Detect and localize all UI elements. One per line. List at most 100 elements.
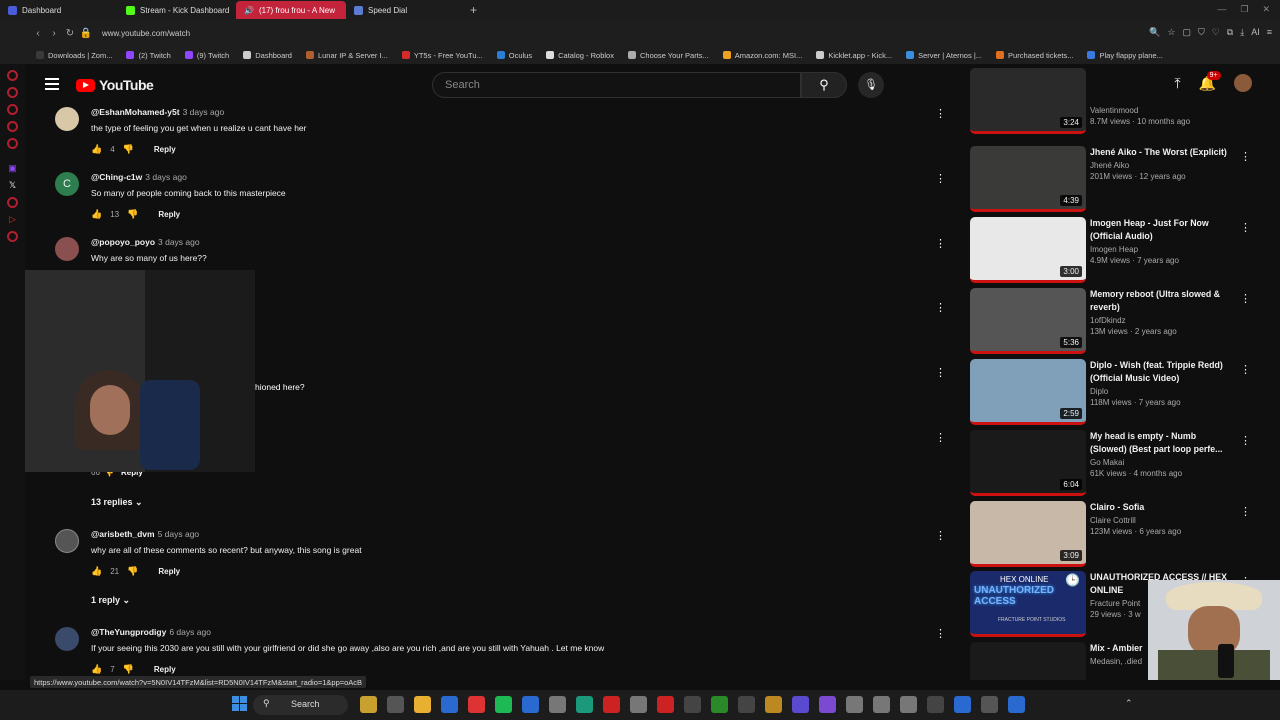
video-thumbnail[interactable]: 3:00 <box>970 217 1086 283</box>
sidebar-app-icon[interactable] <box>7 197 18 208</box>
taskbar-app-icon[interactable] <box>468 696 485 713</box>
taskbar-app-icon[interactable] <box>684 696 701 713</box>
video-item[interactable]: 3:00 Imogen Heap - Just For Now (Official… <box>970 217 1260 285</box>
bookmark-item[interactable]: Downloads | Zom... <box>36 51 112 60</box>
taskbar-app-icon[interactable] <box>792 696 809 713</box>
video-thumbnail[interactable]: 6:04 <box>970 430 1086 496</box>
avatar[interactable]: C <box>55 172 79 196</box>
like-icon[interactable]: 👍 <box>91 144 102 155</box>
video-channel[interactable]: Diplo <box>1090 387 1230 396</box>
dislike-icon[interactable]: 👎 <box>123 144 134 155</box>
more-options-icon[interactable]: ⋮ <box>1240 434 1251 447</box>
more-options-icon[interactable]: ⋮ <box>1240 363 1251 376</box>
reload-icon[interactable]: ↻ <box>62 28 78 39</box>
reply-button[interactable]: Reply <box>158 567 180 576</box>
ai-icon[interactable]: AI <box>1251 27 1260 38</box>
bookmark-item[interactable]: Kicklet.app - Kick... <box>816 51 892 60</box>
taskbar-app-icon[interactable] <box>819 696 836 713</box>
taskbar-app-icon[interactable] <box>576 696 593 713</box>
tab-dashboard[interactable]: Dashboard <box>0 1 118 19</box>
taskbar-app-icon[interactable] <box>522 696 539 713</box>
video-thumbnail[interactable] <box>970 642 1086 680</box>
avatar[interactable] <box>55 627 79 651</box>
taskbar-app-icon[interactable] <box>360 696 377 713</box>
watch-later-icon[interactable]: 🕒 <box>1065 573 1080 587</box>
forward-icon[interactable]: › <box>46 28 62 39</box>
taskbar-app-icon[interactable] <box>414 696 431 713</box>
taskbar-app-icon[interactable] <box>1008 696 1025 713</box>
maximize-icon[interactable]: ❐ <box>1240 4 1248 15</box>
taskbar-search[interactable]: ⚲ Search <box>253 695 348 715</box>
video-channel[interactable]: Go Makai <box>1090 458 1230 467</box>
bookmark-item[interactable]: Amazon.com: MSI... <box>722 51 802 60</box>
taskbar-app-icon[interactable] <box>630 696 647 713</box>
video-channel[interactable]: 1ofDkindz <box>1090 316 1230 325</box>
dislike-icon[interactable]: 👎 <box>127 209 138 220</box>
comment-time[interactable]: 3 days ago <box>158 237 200 247</box>
sidebar-app-icon[interactable] <box>7 104 18 115</box>
bookmark-item[interactable]: Play flappy plane... <box>1087 51 1163 60</box>
sidebar-app-icon[interactable] <box>7 121 18 132</box>
more-options-icon[interactable]: ⋮ <box>935 237 946 250</box>
url-field[interactable]: www.youtube.com/watch <box>102 29 190 38</box>
bookmark-icon[interactable]: ☆ <box>1167 27 1175 38</box>
more-options-icon[interactable]: ⋮ <box>935 301 946 314</box>
video-title[interactable]: Jhené Aiko - The Worst (Explicit) <box>1090 146 1230 159</box>
more-options-icon[interactable]: ⋮ <box>935 366 946 379</box>
search-input[interactable]: Search <box>432 72 801 98</box>
dislike-icon[interactable]: 👎 <box>123 664 134 675</box>
menu-icon[interactable] <box>45 78 59 93</box>
more-options-icon[interactable]: ⋮ <box>1240 221 1251 234</box>
taskbar-app-icon[interactable] <box>495 696 512 713</box>
video-title[interactable]: Imogen Heap - Just For Now (Official Aud… <box>1090 217 1230 243</box>
mic-icon[interactable]: 🎙 <box>858 72 884 98</box>
taskbar-app-icon[interactable] <box>711 696 728 713</box>
video-thumbnail[interactable]: 4:39 <box>970 146 1086 212</box>
bookmark-item[interactable]: Lunar IP & Server I... <box>305 51 388 60</box>
video-title[interactable]: Memory reboot (Ultra slowed & reverb) <box>1090 288 1230 314</box>
comment-time[interactable]: 5 days ago <box>158 529 200 539</box>
reply-button[interactable]: Reply <box>154 665 176 674</box>
more-options-icon[interactable]: ⋮ <box>935 627 946 640</box>
taskbar-app-icon[interactable] <box>765 696 782 713</box>
video-channel[interactable]: Imogen Heap <box>1090 245 1230 254</box>
video-thumbnail[interactable]: 2:59 <box>970 359 1086 425</box>
like-icon[interactable]: 👍 <box>91 566 102 577</box>
bookmark-item[interactable]: Dashboard <box>243 51 292 60</box>
sidebar-app-icon[interactable] <box>7 231 18 242</box>
minimize-icon[interactable]: — <box>1217 4 1226 15</box>
bookmark-item[interactable]: Oculus <box>496 51 532 60</box>
bookmark-item[interactable]: Server | Aternos |... <box>906 51 982 60</box>
sidebar-app-icon[interactable] <box>7 87 18 98</box>
taskbar-app-icon[interactable] <box>387 696 404 713</box>
more-options-icon[interactable]: ⋮ <box>935 107 946 120</box>
more-options-icon[interactable]: ⋮ <box>1240 150 1251 163</box>
video-channel[interactable]: Valentinmood <box>1090 106 1230 115</box>
extensions-icon[interactable]: ⧉ <box>1227 27 1233 38</box>
upload-icon[interactable]: ⤒ <box>1174 75 1180 92</box>
download-icon[interactable]: ⤓ <box>1240 27 1244 38</box>
video-item[interactable]: 4:39 Jhené Aiko - The Worst (Explicit) Jhe… <box>970 146 1260 214</box>
video-item[interactable]: 3:09 Clairo - Sofia Claire Cottrill 123M vi… <box>970 501 1260 569</box>
video-title[interactable]: Clairo - Sofia <box>1090 501 1230 514</box>
bookmark-item[interactable]: YT5s - Free YouTu... <box>401 51 483 60</box>
more-options-icon[interactable]: ⋮ <box>935 431 946 444</box>
bookmark-item[interactable]: Choose Your Parts... <box>627 51 709 60</box>
taskbar-app-icon[interactable] <box>738 696 755 713</box>
new-tab-button[interactable]: + <box>470 3 477 17</box>
video-channel[interactable]: Jhené Aiko <box>1090 161 1230 170</box>
avatar[interactable] <box>55 529 79 553</box>
video-title[interactable]: My head is empty - Numb (Slowed) (Best p… <box>1090 430 1230 456</box>
taskbar-app-icon[interactable] <box>873 696 890 713</box>
play-icon[interactable]: ▷ <box>9 214 16 225</box>
taskbar-app-icon[interactable] <box>603 696 620 713</box>
like-icon[interactable]: 👍 <box>91 209 102 220</box>
comment-time[interactable]: 3 days ago <box>145 172 187 182</box>
video-item[interactable]: 2:59 Diplo - Wish (feat. Trippie Redd) (O… <box>970 359 1260 427</box>
more-options-icon[interactable]: ⋮ <box>1240 505 1251 518</box>
comment-author[interactable]: @popoyo_poyo <box>91 237 155 247</box>
reply-button[interactable]: Reply <box>154 145 176 154</box>
comment-author[interactable]: @EshanMohamed-y5t <box>91 107 180 117</box>
video-item[interactable]: 5:36 Memory reboot (Ultra slowed & reverb… <box>970 288 1260 356</box>
tray-chevron-icon[interactable]: ⌃ <box>1125 698 1133 709</box>
